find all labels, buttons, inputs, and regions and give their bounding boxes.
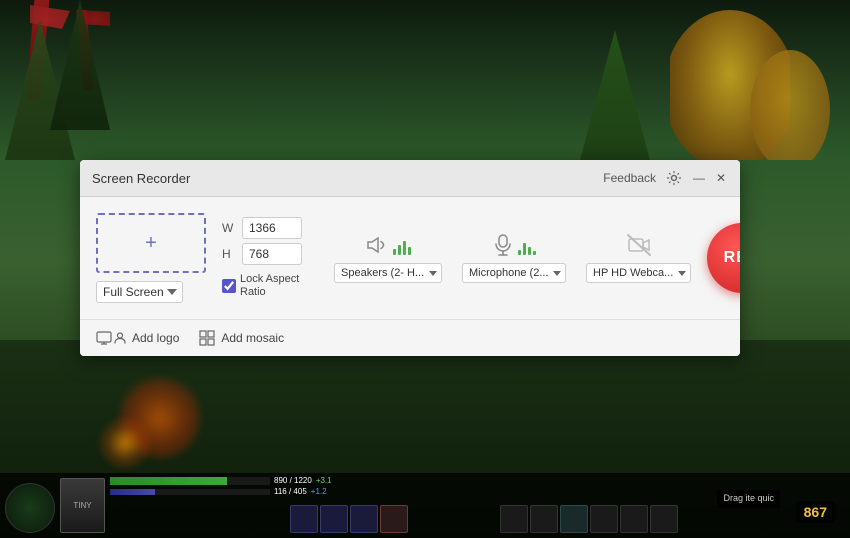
minimize-button[interactable]: — — [692, 171, 706, 185]
speakers-device: Speakers (2- H... — [334, 233, 442, 283]
mana-value: 116 / 405 — [274, 487, 307, 496]
screen-selector: + Full Screen Window Region — [96, 213, 206, 303]
tree-yellow-small — [750, 50, 830, 170]
width-label: W — [222, 221, 236, 235]
speakers-icon-row — [365, 233, 411, 257]
skill-q — [290, 505, 318, 533]
skill-r — [380, 505, 408, 533]
add-mosaic-button[interactable]: Add mosaic — [199, 330, 284, 346]
skill-e — [350, 505, 378, 533]
fire-glow — [100, 418, 150, 468]
rec-button[interactable]: REC — [707, 223, 740, 293]
mana-row: 116 / 405 +1.2 — [110, 487, 332, 496]
dialog-title: Screen Recorder — [92, 171, 190, 186]
item-4 — [590, 505, 618, 533]
skill-icons — [290, 505, 408, 533]
height-input[interactable] — [242, 243, 302, 265]
speakers-select[interactable]: Speakers (2- H... — [334, 263, 442, 283]
minimap — [5, 483, 55, 533]
settings-icon — [666, 170, 682, 186]
screen-preview-plus-icon: + — [145, 233, 157, 253]
mosaic-icon — [199, 330, 215, 346]
lock-aspect-row: Lock AspectRatio — [222, 273, 302, 299]
health-bar-bg — [110, 477, 270, 485]
dialog-body: + Full Screen Window Region W H — [80, 197, 740, 319]
health-regen: +3.1 — [316, 476, 332, 485]
screen-icon — [96, 331, 112, 345]
height-label: H — [222, 247, 236, 261]
close-button[interactable]: ✕ — [714, 171, 728, 185]
item-5 — [620, 505, 648, 533]
height-row: H — [222, 243, 302, 265]
person-icon — [114, 332, 126, 344]
item-2 — [530, 505, 558, 533]
mic-bar-1 — [518, 250, 521, 255]
item-3 — [560, 505, 588, 533]
settings-button[interactable] — [664, 168, 684, 188]
screen-mode-dropdown[interactable]: Full Screen Window Region — [96, 281, 183, 303]
lock-aspect-label: Lock AspectRatio — [240, 273, 299, 299]
webcam-icon — [626, 233, 652, 257]
bar-2 — [398, 245, 401, 255]
feedback-link[interactable]: Feedback — [603, 171, 656, 185]
add-logo-button[interactable]: Add logo — [96, 330, 179, 346]
width-input[interactable] — [242, 217, 302, 239]
microphone-icon-row — [492, 233, 536, 257]
mic-bar-3 — [528, 247, 531, 255]
speakers-level-bars — [393, 235, 411, 255]
screen-mode-select: Full Screen Window Region — [96, 281, 183, 303]
mana-regen: +1.2 — [311, 487, 327, 496]
mic-bar-2 — [523, 243, 526, 255]
screen-preview-button[interactable]: + — [96, 213, 206, 273]
add-logo-label: Add logo — [132, 331, 179, 345]
item-slots — [500, 505, 678, 533]
hero-stats: 890 / 1220 +3.1 116 / 405 +1.2 — [110, 476, 332, 496]
health-value: 890 / 1220 — [274, 476, 312, 485]
microphone-level-bars — [518, 235, 536, 255]
microphone-select[interactable]: Microphone (2... — [462, 263, 566, 283]
dialog-titlebar: Screen Recorder Feedback — ✕ — [80, 160, 740, 197]
webcam-icon-row — [626, 233, 652, 257]
dimension-inputs: W H Lock AspectRatio — [222, 217, 302, 299]
health-fill — [110, 477, 227, 485]
item-1 — [500, 505, 528, 533]
bar-3 — [403, 241, 406, 255]
width-row: W — [222, 217, 302, 239]
hud-bar: TINY 890 / 1220 +3.1 116 / 405 +1.2 — [0, 473, 850, 538]
hero-name-hud: TINY — [73, 501, 91, 510]
audio-section: Speakers (2- H... — [334, 233, 691, 283]
item-6 — [650, 505, 678, 533]
hero-portrait: TINY — [60, 478, 105, 533]
health-row: 890 / 1220 +3.1 — [110, 476, 332, 485]
speaker-icon — [365, 233, 389, 257]
gold-display: 867 — [796, 501, 835, 523]
microphone-device: Microphone (2... — [462, 233, 566, 283]
drag-tip: Drag ite quic — [717, 490, 780, 508]
recorder-dialog: Screen Recorder Feedback — ✕ + Full Scre… — [80, 160, 740, 356]
bar-1 — [393, 249, 396, 255]
microphone-icon — [492, 233, 514, 257]
add-mosaic-label: Add mosaic — [221, 331, 284, 345]
lock-aspect-checkbox[interactable] — [222, 279, 236, 293]
webcam-select[interactable]: HP HD Webca... — [586, 263, 691, 283]
webcam-device: HP HD Webca... — [586, 233, 691, 283]
mana-fill — [110, 489, 155, 495]
dialog-controls: Feedback — ✕ — [603, 168, 728, 188]
mana-bar-bg — [110, 489, 270, 495]
bar-4 — [408, 247, 411, 255]
mic-bar-4 — [533, 251, 536, 255]
dialog-toolbar: Add logo Add mosaic — [80, 319, 740, 356]
rec-label: REC — [724, 249, 740, 267]
skill-w — [320, 505, 348, 533]
